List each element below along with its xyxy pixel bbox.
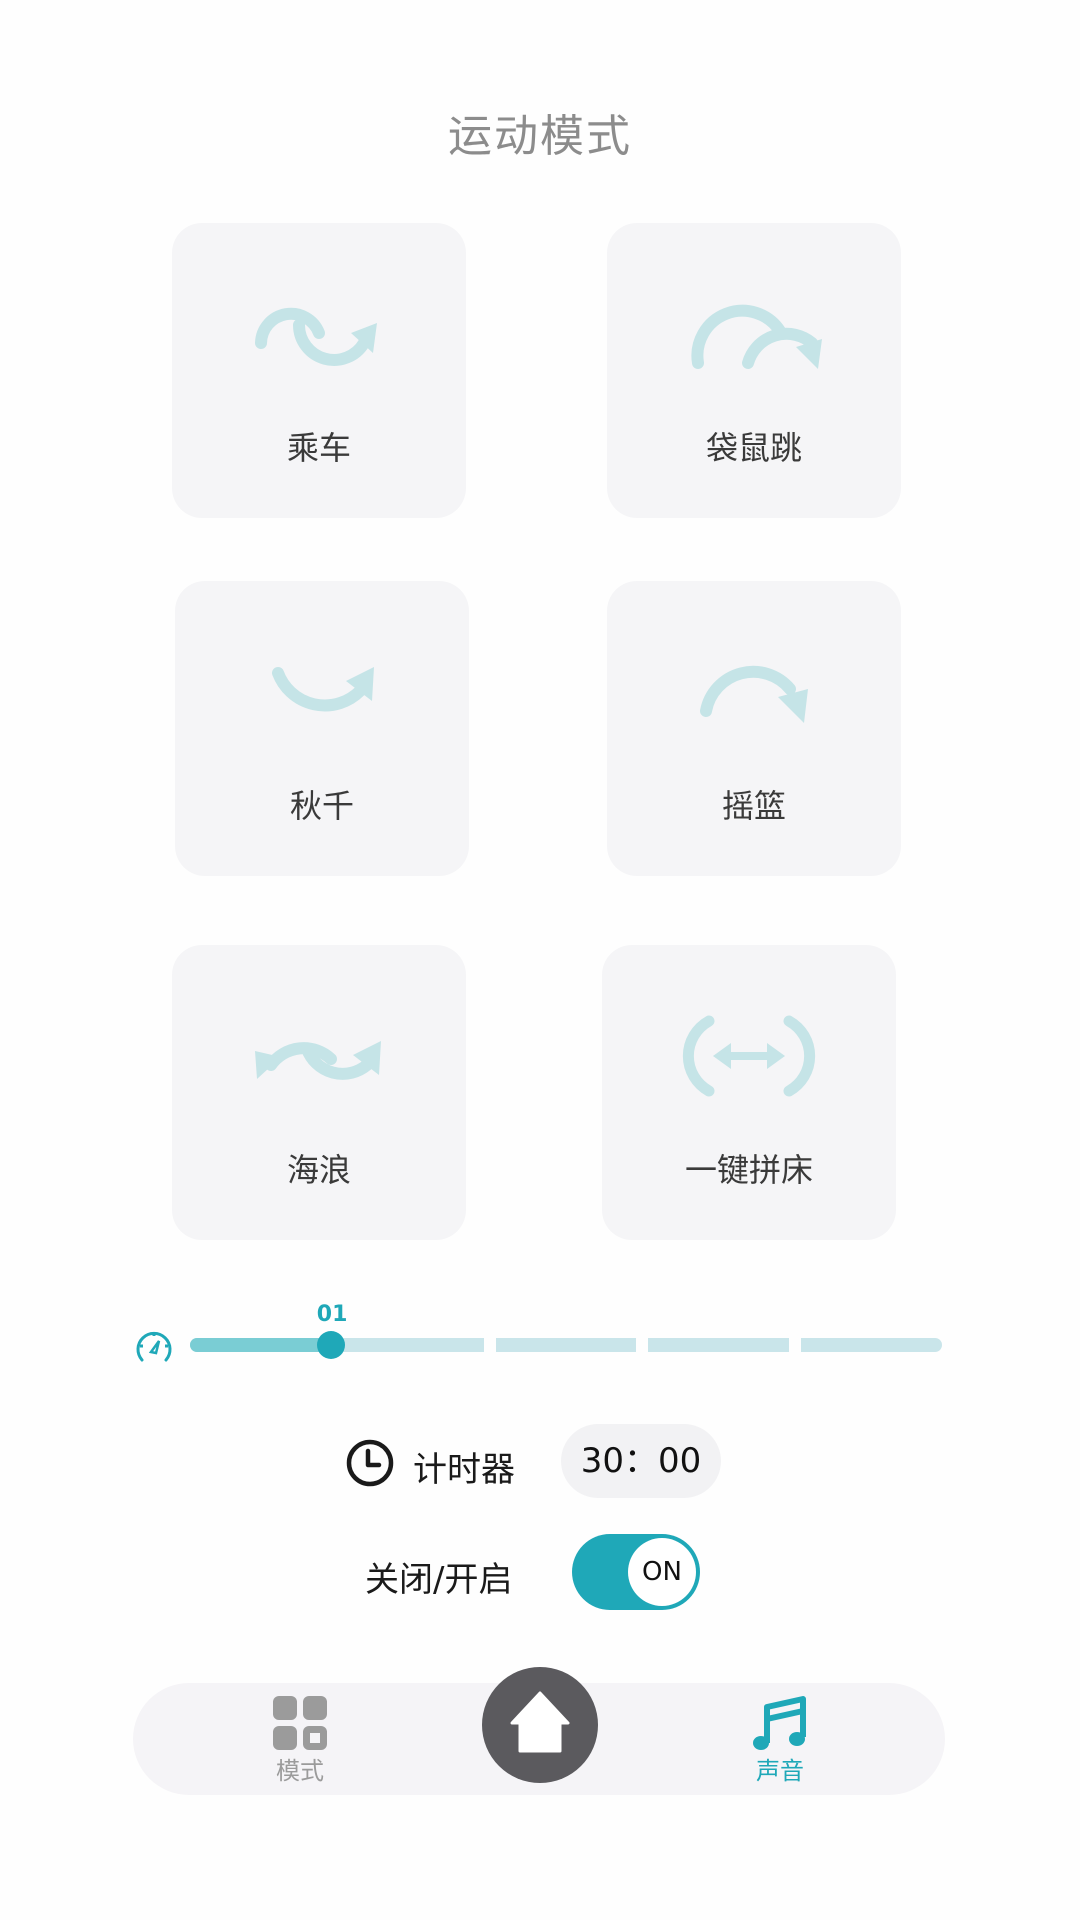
home-icon [510,1691,570,1753]
mode-label: 摇篮 [721,787,786,825]
speedometer-icon [136,1331,172,1362]
music-note-icon [753,1696,806,1750]
mode-card-bed-merge[interactable]: 一键拼床 [602,945,896,1240]
mode-label: 海浪 [286,1151,351,1189]
nav-label-sound: 声音 [756,1757,804,1785]
nav-item-mode[interactable]: 模式 [240,1683,360,1795]
grid-icon [273,1696,327,1750]
power-toggle-state: ON [628,1538,696,1606]
speed-segment[interactable] [648,1338,790,1352]
speed-slider-thumb[interactable] [316,1331,345,1359]
mode-label: 乘车 [286,429,351,467]
mode-label: 一键拼床 [684,1151,813,1189]
speed-segment[interactable] [342,1338,484,1352]
clock-icon [346,1439,394,1487]
wave-double-arrow-icon [255,1041,381,1080]
speed-segment[interactable] [495,1338,637,1352]
nav-item-sound[interactable]: 声音 [720,1683,840,1795]
swing-arrow-icon [272,667,374,712]
power-toggle-label: 关闭/开启 [365,1560,513,1600]
bed-merge-arrows-icon [682,1015,816,1097]
mode-card-kangaroo[interactable]: 袋鼠跳 [607,223,901,518]
speed-slider[interactable] [190,1331,942,1359]
speed-segment[interactable] [801,1338,942,1352]
speed-level-label: 01 [316,1302,348,1327]
mode-label: 袋鼠跳 [705,429,802,467]
mode-label: 秋千 [289,787,354,825]
power-toggle[interactable]: ON [572,1534,700,1610]
mode-card-swing[interactable]: 秋千 [175,581,469,876]
mode-card-wave[interactable]: 海浪 [172,945,466,1240]
ride-wave-arrow-icon [255,307,377,366]
timer-value[interactable]: 30：00 [561,1424,721,1498]
kangaroo-hop-arrow-icon [691,304,822,369]
page-title: 运动模式 [448,111,632,162]
cradle-arrow-icon [700,665,808,723]
home-button[interactable] [482,1667,598,1783]
speed-slider-fill [190,1338,331,1352]
mode-card-ride[interactable]: 乘车 [172,223,466,518]
mode-card-cradle[interactable]: 摇篮 [607,581,901,876]
timer-label: 计时器 [413,1450,515,1490]
nav-label-mode: 模式 [276,1757,324,1785]
